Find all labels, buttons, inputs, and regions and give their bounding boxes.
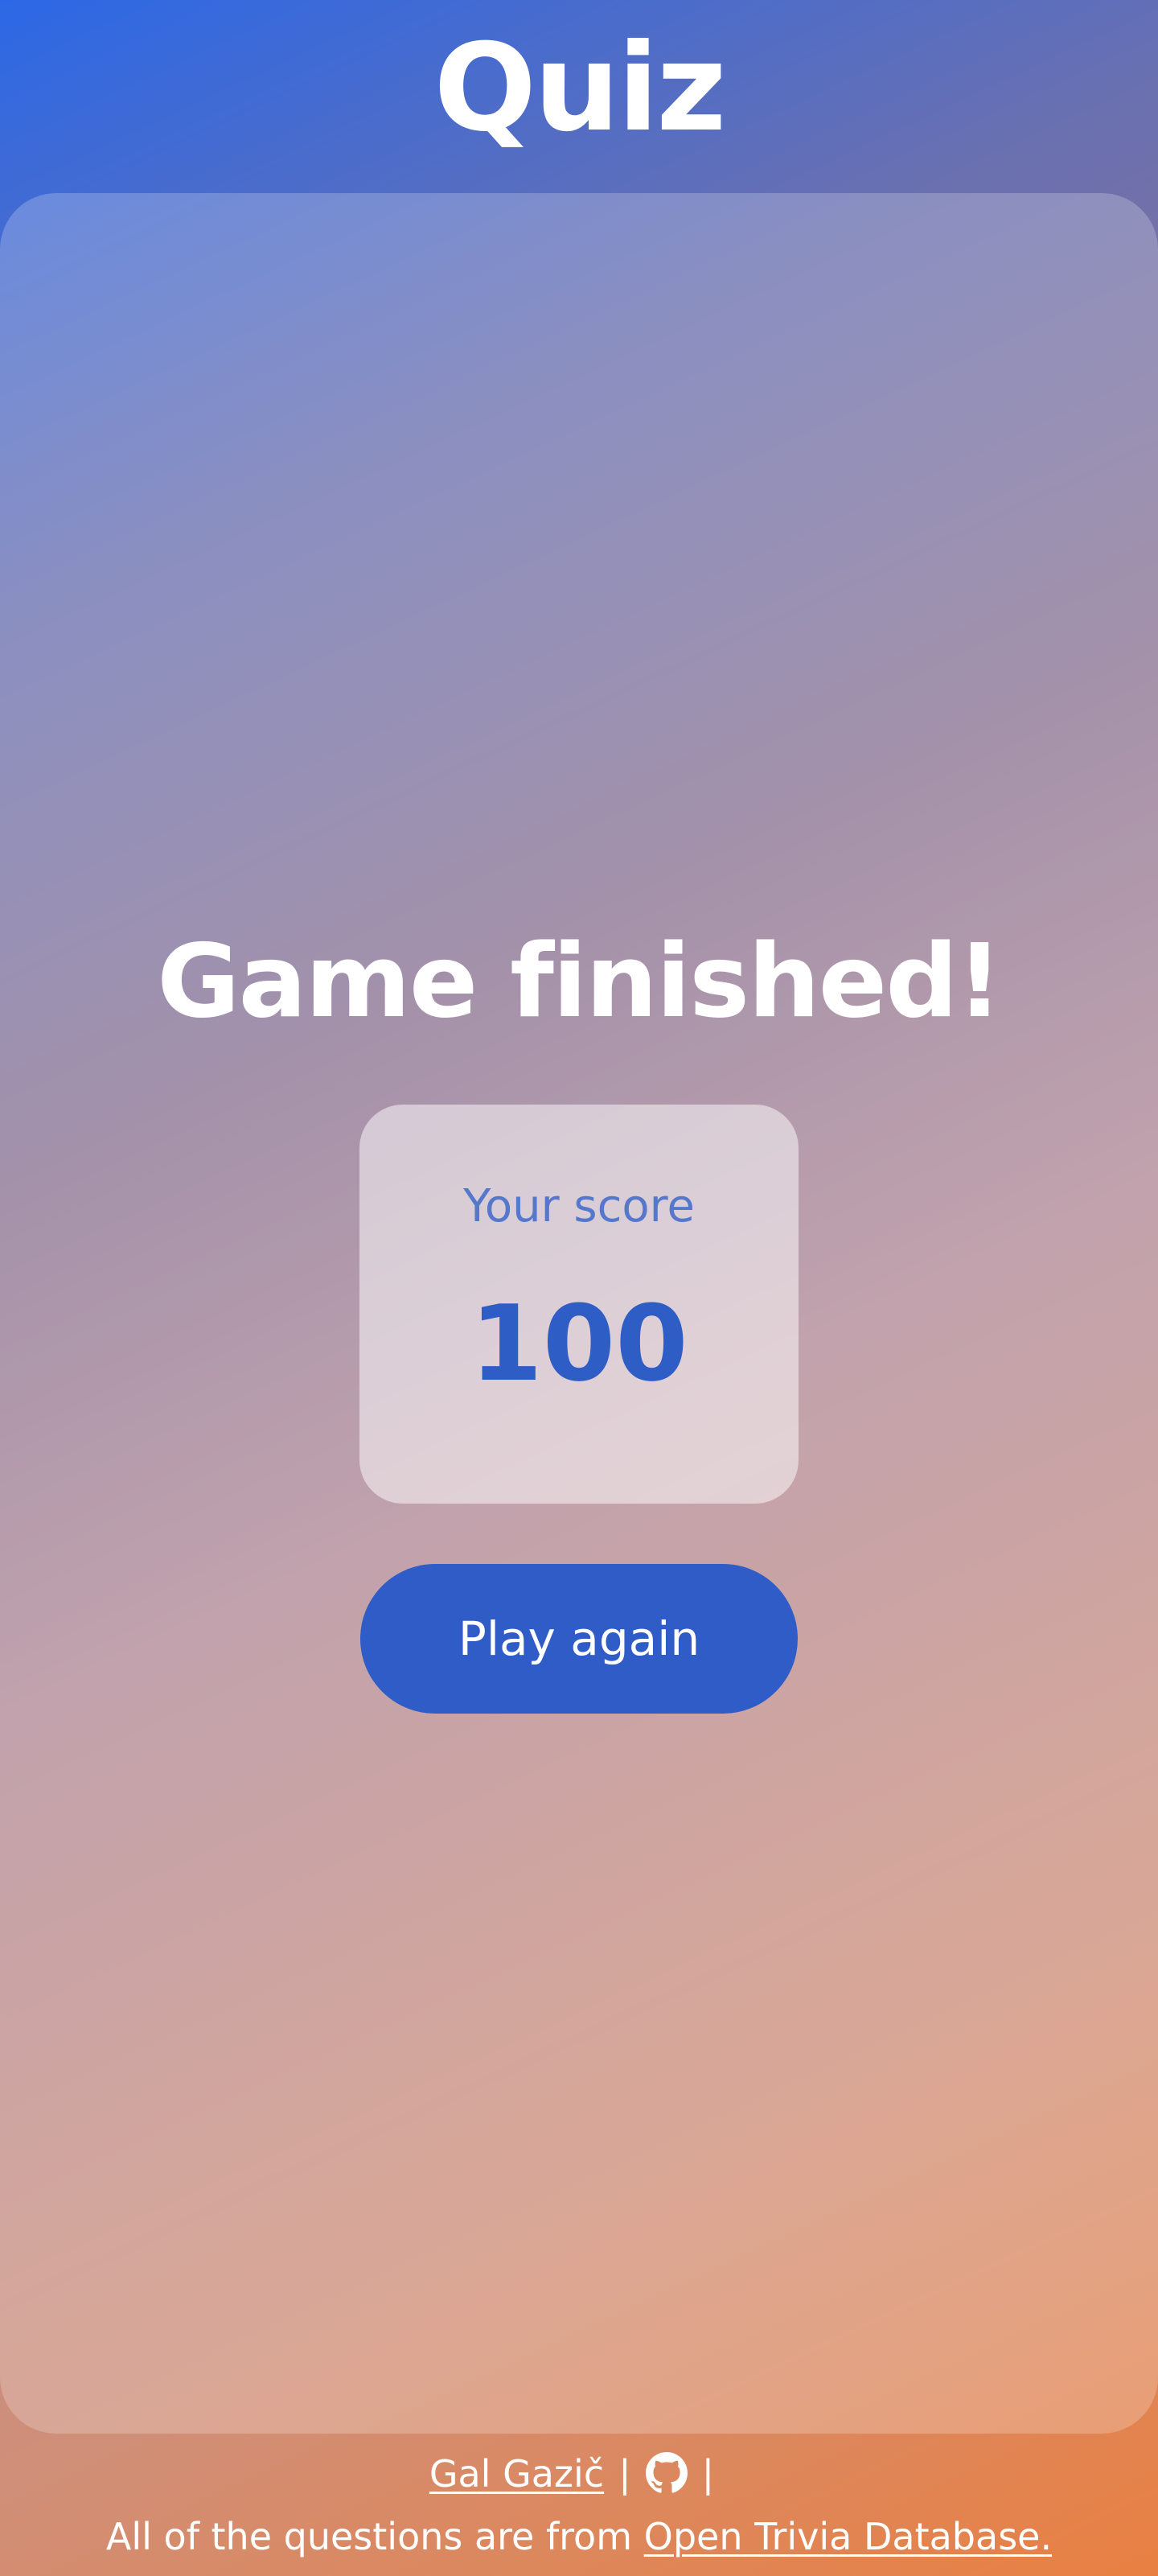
- game-finished-title: Game finished!: [157, 922, 1003, 1040]
- github-icon: [645, 2452, 688, 2493]
- source-prefix: All of the questions are from: [105, 2515, 633, 2558]
- footer-separator-2: |: [701, 2452, 715, 2496]
- author-link[interactable]: Gal Gazič: [429, 2452, 604, 2496]
- footer-source: All of the questions are from Open Trivi…: [0, 2508, 1158, 2565]
- app-title: Quiz: [433, 19, 726, 158]
- github-link[interactable]: [645, 2452, 688, 2496]
- score-box: Your score 100: [359, 1105, 799, 1504]
- play-again-button[interactable]: Play again: [360, 1564, 798, 1714]
- score-label: Your score: [463, 1180, 695, 1232]
- footer-separator: |: [618, 2452, 631, 2496]
- open-trivia-link[interactable]: Open Trivia Database.: [644, 2515, 1052, 2558]
- score-value: 100: [470, 1282, 688, 1405]
- footer-credits: Gal Gazič | |: [0, 2446, 1158, 2502]
